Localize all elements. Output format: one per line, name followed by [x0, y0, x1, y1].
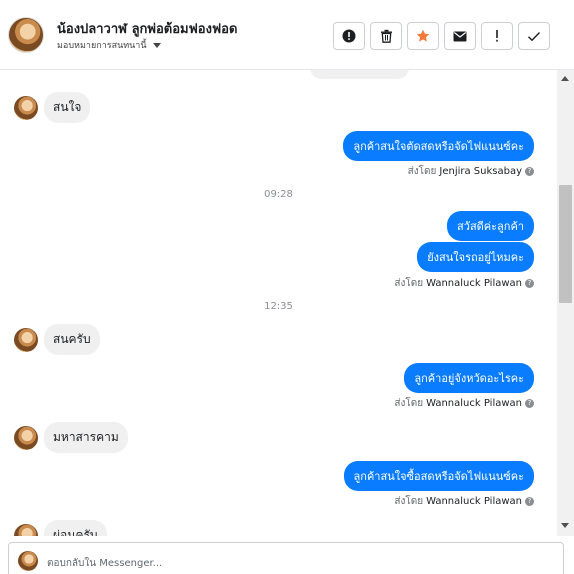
star-icon [416, 29, 430, 42]
sender-name: Wannaluck Pilawan [426, 496, 522, 507]
page-avatar [18, 551, 38, 571]
sent-by-prefix: ส่งโดย [394, 278, 424, 289]
message-bubble-outgoing: ลูกค้าอยู่จังหวัดอะไรคะ [404, 363, 534, 393]
incoming-message-row: สนใจ [14, 92, 91, 123]
delete-button[interactable] [370, 22, 402, 50]
envelope-icon [453, 31, 467, 41]
sender-name: Wannaluck Pilawan [426, 398, 522, 409]
assign-conversation-label: มอบหมายการสนทนานี้ [57, 41, 147, 51]
timestamp: 09:28 [264, 189, 293, 200]
info-icon[interactable]: ? [525, 279, 534, 288]
message-bubble-outgoing: ลูกค้าสนใจตัดสดหรือจัดไฟแนนซ์คะ [343, 131, 534, 161]
checkmark-icon [528, 31, 541, 41]
message-bubble-outgoing: ยังสนใจรถอยู่ไหมคะ [417, 242, 534, 272]
follow-up-button[interactable] [481, 22, 513, 50]
assign-conversation-dropdown[interactable]: มอบหมายการสนทนานี้ [57, 38, 161, 52]
sent-by-prefix: ส่งโดย [394, 496, 424, 507]
timestamp: 12:35 [264, 301, 293, 312]
sender-avatar[interactable] [14, 425, 38, 450]
messenger-conversation-window: น้องปลาวาฬ ลูกพ่อต้อมฟองฟอด มอบหมายการสน… [0, 0, 574, 574]
sent-by-prefix: ส่งโดย [394, 398, 424, 409]
incoming-message-row: ผ่อนครับ [14, 520, 107, 536]
contact-name[interactable]: น้องปลาวาฬ ลูกพ่อต้อมฟองฟอด [57, 18, 237, 39]
caret-down-icon [152, 42, 161, 48]
reply-placeholder: ตอบกลับใน Messenger... [47, 558, 163, 569]
sender-avatar[interactable] [14, 327, 38, 352]
message-bubble-incoming: ผ่อนครับ [44, 520, 107, 536]
star-button[interactable] [407, 22, 439, 50]
scroll-down-arrow-icon[interactable] [561, 523, 569, 528]
exclamation-icon [496, 30, 498, 42]
conversation-header: น้องปลาวาฬ ลูกพ่อต้อมฟองฟอด มอบหมายการสน… [0, 0, 574, 70]
message-bubble-incoming: สนครับ [44, 324, 100, 355]
message-bubble-incoming: 083-007-1692 [310, 70, 409, 79]
incoming-message-row: มหาสารคาม [14, 422, 128, 453]
message-thread[interactable]: 083-007-1692 สนใจ ลูกค้าสนใจตัดสดหรือจัด… [0, 70, 557, 536]
sent-by-label: ส่งโดย Wannaluck Pilawan ? [394, 396, 534, 411]
contact-avatar[interactable] [8, 17, 44, 53]
sender-name: Wannaluck Pilawan [426, 278, 522, 289]
sender-name: Jenjira Suksabay [439, 166, 522, 177]
sent-by-prefix: ส่งโดย [407, 166, 437, 177]
chat-scrollbar[interactable] [557, 70, 574, 536]
info-icon[interactable]: ? [525, 167, 534, 176]
info-icon[interactable]: ? [525, 497, 534, 506]
sent-by-label: ส่งโดย Wannaluck Pilawan ? [394, 494, 534, 509]
scrollbar-thumb[interactable] [559, 185, 572, 303]
spam-button[interactable] [333, 22, 365, 50]
sent-by-label: ส่งโดย Wannaluck Pilawan ? [394, 276, 534, 291]
incoming-message-row: สนครับ [14, 324, 100, 355]
sender-avatar[interactable] [14, 523, 38, 536]
mark-unread-button[interactable] [444, 22, 476, 50]
message-bubble-outgoing: ลูกค้าสนใจซื้อสดหรือจัดไฟแนนซ์คะ [343, 461, 534, 491]
reply-input[interactable]: ตอบกลับใน Messenger... [8, 542, 564, 574]
mark-done-button[interactable] [518, 22, 550, 50]
conversation-toolbar [333, 22, 550, 50]
info-icon[interactable]: ? [525, 399, 534, 408]
trash-icon [380, 29, 392, 43]
alert-circle-icon [342, 29, 356, 43]
message-bubble-incoming: มหาสารคาม [44, 422, 128, 453]
scroll-up-arrow-icon[interactable] [561, 76, 569, 81]
sent-by-label: ส่งโดย Jenjira Suksabay ? [408, 164, 534, 179]
message-bubble-incoming: สนใจ [44, 92, 91, 123]
message-bubble-outgoing: สวัสดีค่ะลูกค้า [447, 211, 534, 241]
sender-avatar[interactable] [14, 95, 38, 120]
